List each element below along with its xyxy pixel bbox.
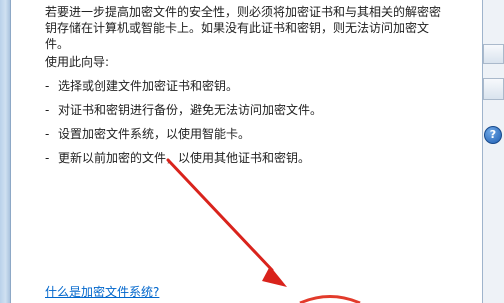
dialog-left-frame (0, 0, 11, 303)
step-item-2: - 对证书和密钥进行备份，避免无法访问加密文件。 (45, 102, 322, 118)
guide-title: 使用此向导: (45, 55, 110, 69)
step-bullet: - (45, 103, 50, 117)
encryption-wizard-screenshot: 若要进一步提高加密文件的安全性，则必须将加密证书和与其相关的解密密钥存储在计算机… (0, 0, 504, 303)
step-text: 对证书和密钥进行备份，避免无法访问加密文件。 (58, 103, 323, 117)
step-item-1: - 选择或创建文件加密证书和密钥。 (45, 78, 238, 94)
step-item-4: - 更新以前加密的文件，以使用其他证书和密钥。 (45, 150, 310, 166)
help-question-icon[interactable]: ? (484, 126, 502, 144)
step-item-3: - 设置加密文件系统，以使用智能卡。 (45, 126, 250, 142)
step-bullet: - (45, 127, 50, 141)
wizard-content-pane: 若要进一步提高加密文件的安全性，则必须将加密证书和与其相关的解密密钥存储在计算机… (12, 0, 482, 303)
background-window-tab[interactable] (483, 44, 504, 64)
step-text: 更新以前加密的文件，以使用其他证书和密钥。 (58, 151, 311, 165)
step-text: 选择或创建文件加密证书和密钥。 (58, 79, 239, 93)
step-bullet: - (45, 151, 50, 165)
intro-paragraph: 若要进一步提高加密文件的安全性，则必须将加密证书和与其相关的解密密钥存储在计算机… (45, 5, 442, 51)
what-is-efs-link[interactable]: 什么是加密文件系统? (45, 284, 159, 300)
step-text: 设置加密文件系统，以使用智能卡。 (58, 127, 251, 141)
background-window-tab[interactable] (483, 78, 504, 100)
step-bullet: - (45, 79, 50, 93)
